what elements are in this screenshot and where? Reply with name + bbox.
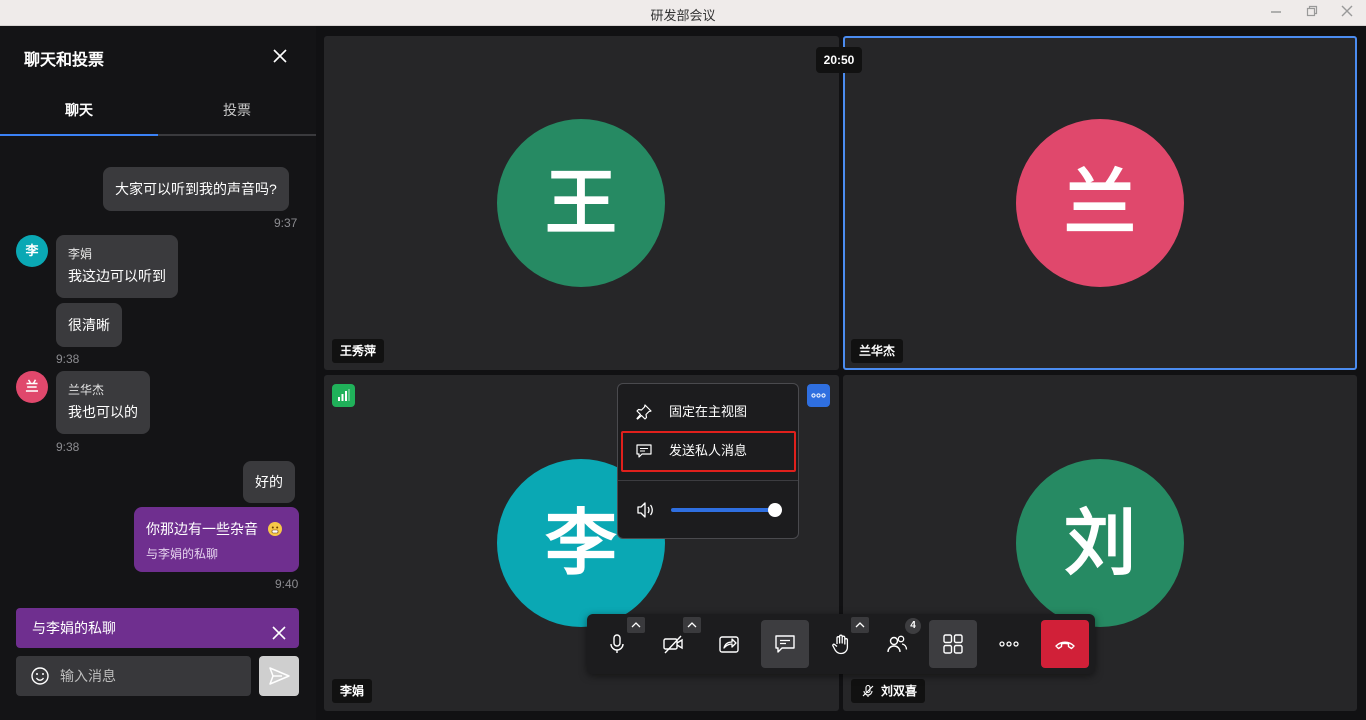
meeting-timer: 20:50 [816,47,862,73]
menu-item-pin[interactable]: 固定在主视图 [618,394,798,430]
message-text: 我这边可以听到 [68,268,166,284]
chat-message-other: 李娟 我这边可以听到 [56,235,178,298]
tab-chat[interactable]: 聊天 [0,90,158,136]
sidebar-title: 聊天和投票 [24,52,105,69]
more-button[interactable] [985,620,1033,668]
participant-name-tag: 王秀萍 [332,339,385,363]
grid-icon [943,634,963,654]
message-sender: 兰华杰 [68,383,105,397]
mic-icon [610,634,624,653]
chevron-up-icon [855,622,865,628]
message-text: 大家可以听到我的声音吗? [115,181,277,197]
highlight-box [621,431,796,472]
pin-icon [636,404,652,420]
send-icon [269,667,290,685]
speaker-icon [637,502,653,518]
message-time: 9:37 [274,216,298,230]
message-input[interactable] [60,656,240,696]
raise-hand-options-button[interactable] [851,617,869,633]
microphone-options-button[interactable] [627,617,645,633]
avatar: 兰 [16,371,48,403]
camera-options-button[interactable] [683,617,701,633]
participants-count-badge: 4 [905,618,921,634]
participant-avatar: 刘 [1016,459,1184,627]
signal-icon [332,384,355,407]
layout-button[interactable] [929,620,977,668]
volume-button[interactable] [635,500,655,520]
more-icon [999,641,1019,647]
message-input-box [16,656,251,696]
end-call-icon [1055,641,1075,650]
private-chat-label: 与李娟的私聊 [32,620,116,636]
send-button[interactable] [259,656,299,696]
chat-button[interactable] [761,620,809,668]
sidebar-tabs: 聊天 投票 [0,90,316,136]
participant-name: 刘双喜 [881,684,918,698]
message-time: 9:38 [56,440,80,454]
minimize-button[interactable] [1265,3,1287,23]
participant-avatar: 王 [497,119,665,287]
window-close-button[interactable] [1336,3,1358,23]
private-chat-bar: 与李娟的私聊 [16,608,299,648]
volume-slider-handle[interactable] [768,503,782,517]
window-titlebar: 研发部会议 [0,0,1366,26]
chat-sidebar: 聊天和投票 聊天 投票 大家可以听到我的声音吗? 9:37 李 李娟 我这边可以… [0,26,316,720]
share-icon [719,636,739,653]
private-chat-close-button[interactable] [269,618,289,640]
share-screen-button[interactable] [705,620,753,668]
chat-message-other: 兰华杰 我也可以的 [56,371,150,434]
window-title: 研发部会议 [650,8,716,23]
raise-hand-icon [832,634,849,655]
emoji-button[interactable] [30,666,50,686]
more-icon [811,393,826,398]
sidebar-close-button[interactable] [268,44,292,68]
muted-mic-icon [862,684,874,697]
message-sender: 李娟 [68,247,93,261]
participant-context-menu: 固定在主视图 发送私人消息 [617,383,799,539]
grimace-emoji-icon [268,522,283,536]
camera-off-icon [663,635,683,654]
avatar: 李 [16,235,48,267]
restore-button[interactable] [1301,3,1323,23]
message-text: 你那边有一些杂音 [146,521,258,537]
tile-more-button[interactable] [807,384,830,407]
chevron-up-icon [687,622,697,628]
participants-icon [887,635,908,653]
participant-name-tag: 李娟 [332,679,373,703]
participant-avatar: 兰 [1016,119,1184,287]
message-text: 我也可以的 [68,404,138,420]
end-call-button[interactable] [1041,620,1089,668]
participant-name-tag: 兰华杰 [851,339,904,363]
volume-slider-track[interactable] [671,508,775,512]
message-text: 好的 [255,474,283,490]
chat-message-self: 大家可以听到我的声音吗? [103,167,289,211]
chat-message-self: 好的 [243,461,295,503]
participant-name-tag: 刘双喜 [851,679,926,703]
meeting-toolbar: 4 [587,614,1095,674]
menu-divider [618,480,798,481]
tab-vote[interactable]: 投票 [158,90,316,134]
close-icon [272,626,286,640]
chevron-up-icon [631,622,641,628]
emoji-icon [31,667,49,685]
private-message: 你那边有一些杂音 与李娟的私聊 [134,507,299,572]
message-time: 9:38 [56,352,80,366]
close-icon [273,49,287,63]
chat-icon [775,635,795,653]
message-time: 9:40 [275,577,299,591]
private-note: 与李娟的私聊 [146,547,219,561]
menu-item-label: 固定在主视图 [669,404,748,419]
message-text: 很清晰 [68,317,110,333]
chat-message-other: 很清晰 [56,303,122,347]
